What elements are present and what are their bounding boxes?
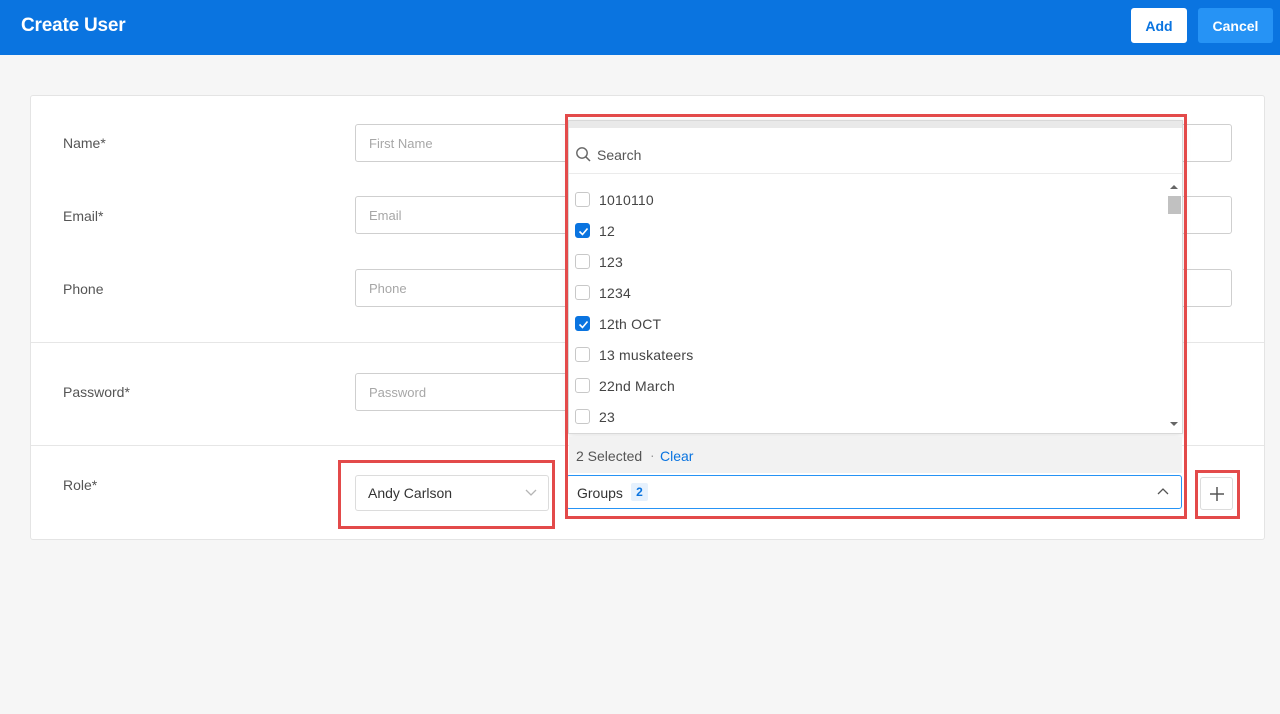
group-option[interactable]: 1010110 [569,185,1167,215]
dropdown-top-strip [569,121,1182,128]
groups-dropdown-menu: 1010110 12 123 1234 12th OCT 13 muskatee… [568,120,1183,473]
checkbox[interactable] [575,192,590,207]
checkbox[interactable] [575,285,590,300]
groups-search-input[interactable] [597,143,1157,167]
group-option[interactable]: 12th OCT [569,309,1167,339]
clear-selection-link[interactable]: Clear [660,448,693,464]
chevron-down-icon [525,489,537,496]
name-label: Name* [63,135,106,151]
group-option[interactable]: 13 muskateers [569,340,1167,370]
group-option[interactable]: 23 [569,402,1167,432]
groups-select[interactable]: Groups 2 [566,475,1182,509]
search-icon [576,147,591,162]
dropdown-scrollbar[interactable] [1167,181,1182,432]
email-label: Email* [63,208,104,224]
chevron-up-icon [1157,488,1169,495]
role-select-value: Andy Carlson [368,485,453,501]
checkbox-checked[interactable] [575,223,590,238]
group-option-label: 12 [599,223,615,239]
password-label: Password* [63,384,130,400]
plus-icon [1210,487,1224,501]
role-select[interactable]: Andy Carlson [355,475,549,511]
checkmark-icon [578,320,589,329]
group-option-label: 12th OCT [599,316,662,332]
group-option-label: 22nd March [599,378,675,394]
cancel-button[interactable]: Cancel [1198,8,1273,43]
groups-select-label: Groups [577,485,623,501]
checkbox[interactable] [575,347,590,362]
scroll-up-arrow-icon[interactable] [1170,185,1178,189]
checkbox[interactable] [575,409,590,424]
checkmark-icon [578,227,589,236]
role-label: Role* [63,477,98,493]
group-option-label: 13 muskateers [599,347,694,363]
group-option[interactable]: 12 [569,216,1167,246]
group-option-label: 1234 [599,285,631,301]
app-header: Create User Add Cancel [0,0,1280,55]
selected-count: 2 Selected [576,448,643,464]
groups-search [569,134,1182,174]
page-title: Create User [21,15,126,36]
scroll-down-arrow-icon[interactable] [1170,422,1178,426]
add-group-button[interactable] [1200,477,1233,510]
group-option-label: 1010110 [599,192,654,208]
group-option[interactable]: 22nd March [569,371,1167,401]
checkbox[interactable] [575,254,590,269]
checkbox-checked[interactable] [575,316,590,331]
selection-summary: 2 Selected · Clear [569,437,1182,473]
separator-dot: · [650,447,655,463]
phone-label: Phone [63,281,104,297]
group-option-label: 23 [599,409,615,425]
group-option[interactable]: 1234 [569,278,1167,308]
groups-count-badge: 2 [631,483,648,501]
checkbox[interactable] [575,378,590,393]
group-option[interactable]: 123 [569,247,1167,277]
add-button[interactable]: Add [1131,8,1187,43]
scrollbar-thumb[interactable] [1168,196,1181,214]
group-option-label: 123 [599,254,623,270]
